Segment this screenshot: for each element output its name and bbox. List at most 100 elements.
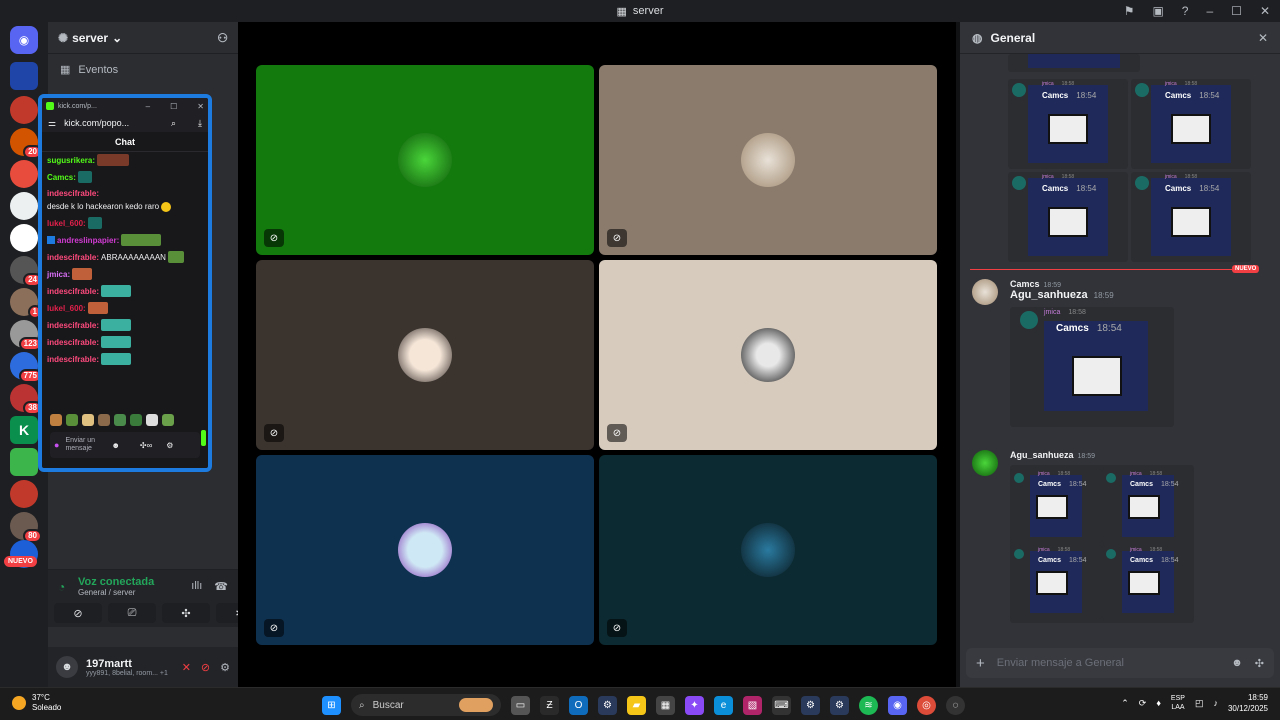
video-tile[interactable]: ⊘	[599, 65, 937, 255]
close-button[interactable]: ✕	[1260, 4, 1270, 18]
emote-button[interactable]	[50, 414, 62, 426]
new-servers-pill[interactable]: NUEVO	[4, 556, 37, 567]
chat-username[interactable]: lukel_600:	[47, 303, 86, 314]
message-embed[interactable]: jmica 18:58 Camcs 18:54 jmica 18:58 Camcs 18:5…	[1010, 465, 1194, 623]
close-chat-icon[interactable]: ✕	[1258, 31, 1268, 45]
chat-username[interactable]: indescifrable:	[47, 320, 99, 331]
video-tile[interactable]: ⊘	[256, 455, 594, 645]
settings-gear-icon[interactable]: ⚙	[220, 661, 230, 674]
file-explorer-icon[interactable]: ▰	[627, 695, 646, 715]
chat-username[interactable]: lukel_600:	[47, 218, 86, 229]
chat-username[interactable]: sugusrikera:	[47, 155, 95, 166]
server-icon-7[interactable]: 1	[10, 288, 42, 319]
discord-taskbar-icon[interactable]: ◉	[888, 695, 907, 715]
emote-button[interactable]	[130, 414, 142, 426]
emote-picker-icon[interactable]: ✣∞	[140, 441, 152, 450]
popup-maximize-button[interactable]: ☐	[170, 102, 177, 111]
app-icon-3[interactable]: ⌨	[772, 695, 791, 715]
apps-icon[interactable]: ✣	[1255, 657, 1264, 670]
server-chair-icon[interactable]	[10, 62, 38, 90]
chat-username[interactable]: indescifrable:	[47, 354, 99, 365]
inbox-icon[interactable]: ⚑	[1124, 4, 1135, 18]
video-tile[interactable]: ⊘	[599, 455, 937, 645]
store-icon[interactable]: ▦	[656, 695, 675, 715]
emoji-icon[interactable]: ☻	[1231, 657, 1243, 669]
server-icon-6[interactable]: 24	[10, 256, 42, 287]
server-icon-2[interactable]: 20	[10, 128, 42, 159]
emote-button[interactable]	[66, 414, 78, 426]
emote-button[interactable]	[114, 414, 126, 426]
mic-icon[interactable]: ●	[54, 440, 59, 450]
taskbar-search[interactable]: ⌕ Buscar	[351, 694, 501, 716]
download-icon[interactable]: ⤓	[198, 118, 202, 129]
server-icon-11[interactable]	[10, 448, 38, 476]
send-button[interactable]	[201, 430, 206, 446]
chat-username[interactable]: indescifrable:	[47, 252, 99, 263]
microphone-icon[interactable]: ♦	[1156, 698, 1161, 708]
spotify-icon[interactable]: ≋	[859, 695, 878, 715]
message-embed[interactable]: jmica 18:58 Camcs 18:54	[1131, 172, 1251, 262]
deafen-icon[interactable]: ⊘	[201, 661, 210, 674]
zoom-icon[interactable]: ⌕	[171, 118, 176, 129]
screen-icon[interactable]: ▣	[1152, 4, 1163, 18]
weather-widget[interactable]: 37°C Soleado	[12, 693, 61, 713]
message-author[interactable]: Agu_sanhueza	[1010, 450, 1074, 460]
plus-icon[interactable]: +	[976, 655, 985, 672]
chat-username[interactable]: indescifrable:	[47, 286, 99, 297]
server-icon-3[interactable]	[10, 160, 38, 188]
server-icon-1[interactable]	[10, 96, 38, 124]
app-icon-2[interactable]: ▧	[743, 695, 762, 715]
kick-server-icon[interactable]: K	[10, 416, 38, 444]
maximize-button[interactable]: ☐	[1231, 4, 1242, 18]
server-icon-9[interactable]: 775	[10, 352, 42, 383]
events-item[interactable]: ▦ Eventos	[48, 54, 238, 85]
popup-close-button[interactable]: ✕	[197, 102, 204, 111]
video-tile[interactable]: ⊘	[256, 260, 594, 450]
screen-share-button[interactable]: ⎚	[108, 603, 156, 623]
task-view-icon[interactable]: ▭	[511, 695, 530, 715]
volume-icon[interactable]: ♪	[1213, 698, 1218, 708]
message-embed[interactable]: jmica 18:58 Camcs 18:54	[1008, 172, 1128, 262]
chat-username[interactable]: andreslinpapier:	[57, 235, 119, 246]
server-icon-4[interactable]	[10, 192, 38, 220]
copilot-icon[interactable]: ✦	[685, 695, 704, 715]
avatar[interactable]: ☻	[56, 656, 78, 678]
message-embed[interactable]	[1008, 54, 1140, 72]
emoji-icon[interactable]: ☻	[111, 441, 119, 450]
avatar[interactable]	[972, 279, 998, 305]
app-icon-1[interactable]: Ƶ	[540, 695, 559, 715]
help-icon[interactable]: ?	[1182, 4, 1189, 18]
server-icon-12[interactable]	[10, 480, 38, 508]
language-indicator[interactable]: ESP LAA	[1171, 694, 1185, 712]
wifi-icon[interactable]: ◰	[1195, 698, 1204, 709]
sync-icon[interactable]: ⟳	[1139, 698, 1147, 709]
edge-icon[interactable]: e	[714, 695, 733, 715]
site-settings-icon[interactable]: ⚌	[48, 118, 56, 129]
avatar[interactable]	[972, 450, 998, 476]
steam-icon-3[interactable]: ⚙	[830, 695, 849, 715]
chat-username[interactable]: indescifrable:	[47, 337, 99, 348]
camera-off-button[interactable]: ⊘	[54, 603, 102, 623]
chat-settings-icon[interactable]: ⚙	[166, 441, 173, 450]
emote-button[interactable]	[146, 414, 158, 426]
message-embed[interactable]: jmica 18:58 Camcs 18:54	[1008, 79, 1128, 169]
steam-icon[interactable]: ⚙	[598, 695, 617, 715]
server-header[interactable]: ✺ server ⌄ ⚇	[48, 22, 238, 54]
invite-icon[interactable]: ⚇	[217, 31, 228, 45]
emote-button[interactable]	[162, 414, 174, 426]
activities-button[interactable]: ✣	[162, 603, 210, 623]
username[interactable]: 197martt	[86, 658, 168, 670]
message-input[interactable]	[996, 657, 1220, 669]
message-author[interactable]: Camcs	[1010, 279, 1040, 289]
server-icon-13[interactable]: 80	[10, 512, 42, 543]
noise-suppression-icon[interactable]: ıllı	[191, 580, 202, 593]
video-tile[interactable]: ⊘	[599, 260, 937, 450]
emote-button[interactable]	[98, 414, 110, 426]
outlook-icon[interactable]: O	[569, 695, 588, 715]
disconnect-icon[interactable]: ☎	[214, 580, 228, 593]
discord-home-icon[interactable]: ◉	[10, 26, 38, 54]
server-icon-8[interactable]: 123	[10, 320, 42, 351]
chat-input[interactable]: ● Enviar un mensaje ☻ ✣∞ ⚙	[50, 432, 200, 458]
chat-username[interactable]: jmica:	[47, 269, 70, 280]
popup-address-bar[interactable]: ⚌ kick.com/popo... ⌕ ⤓	[42, 114, 208, 132]
